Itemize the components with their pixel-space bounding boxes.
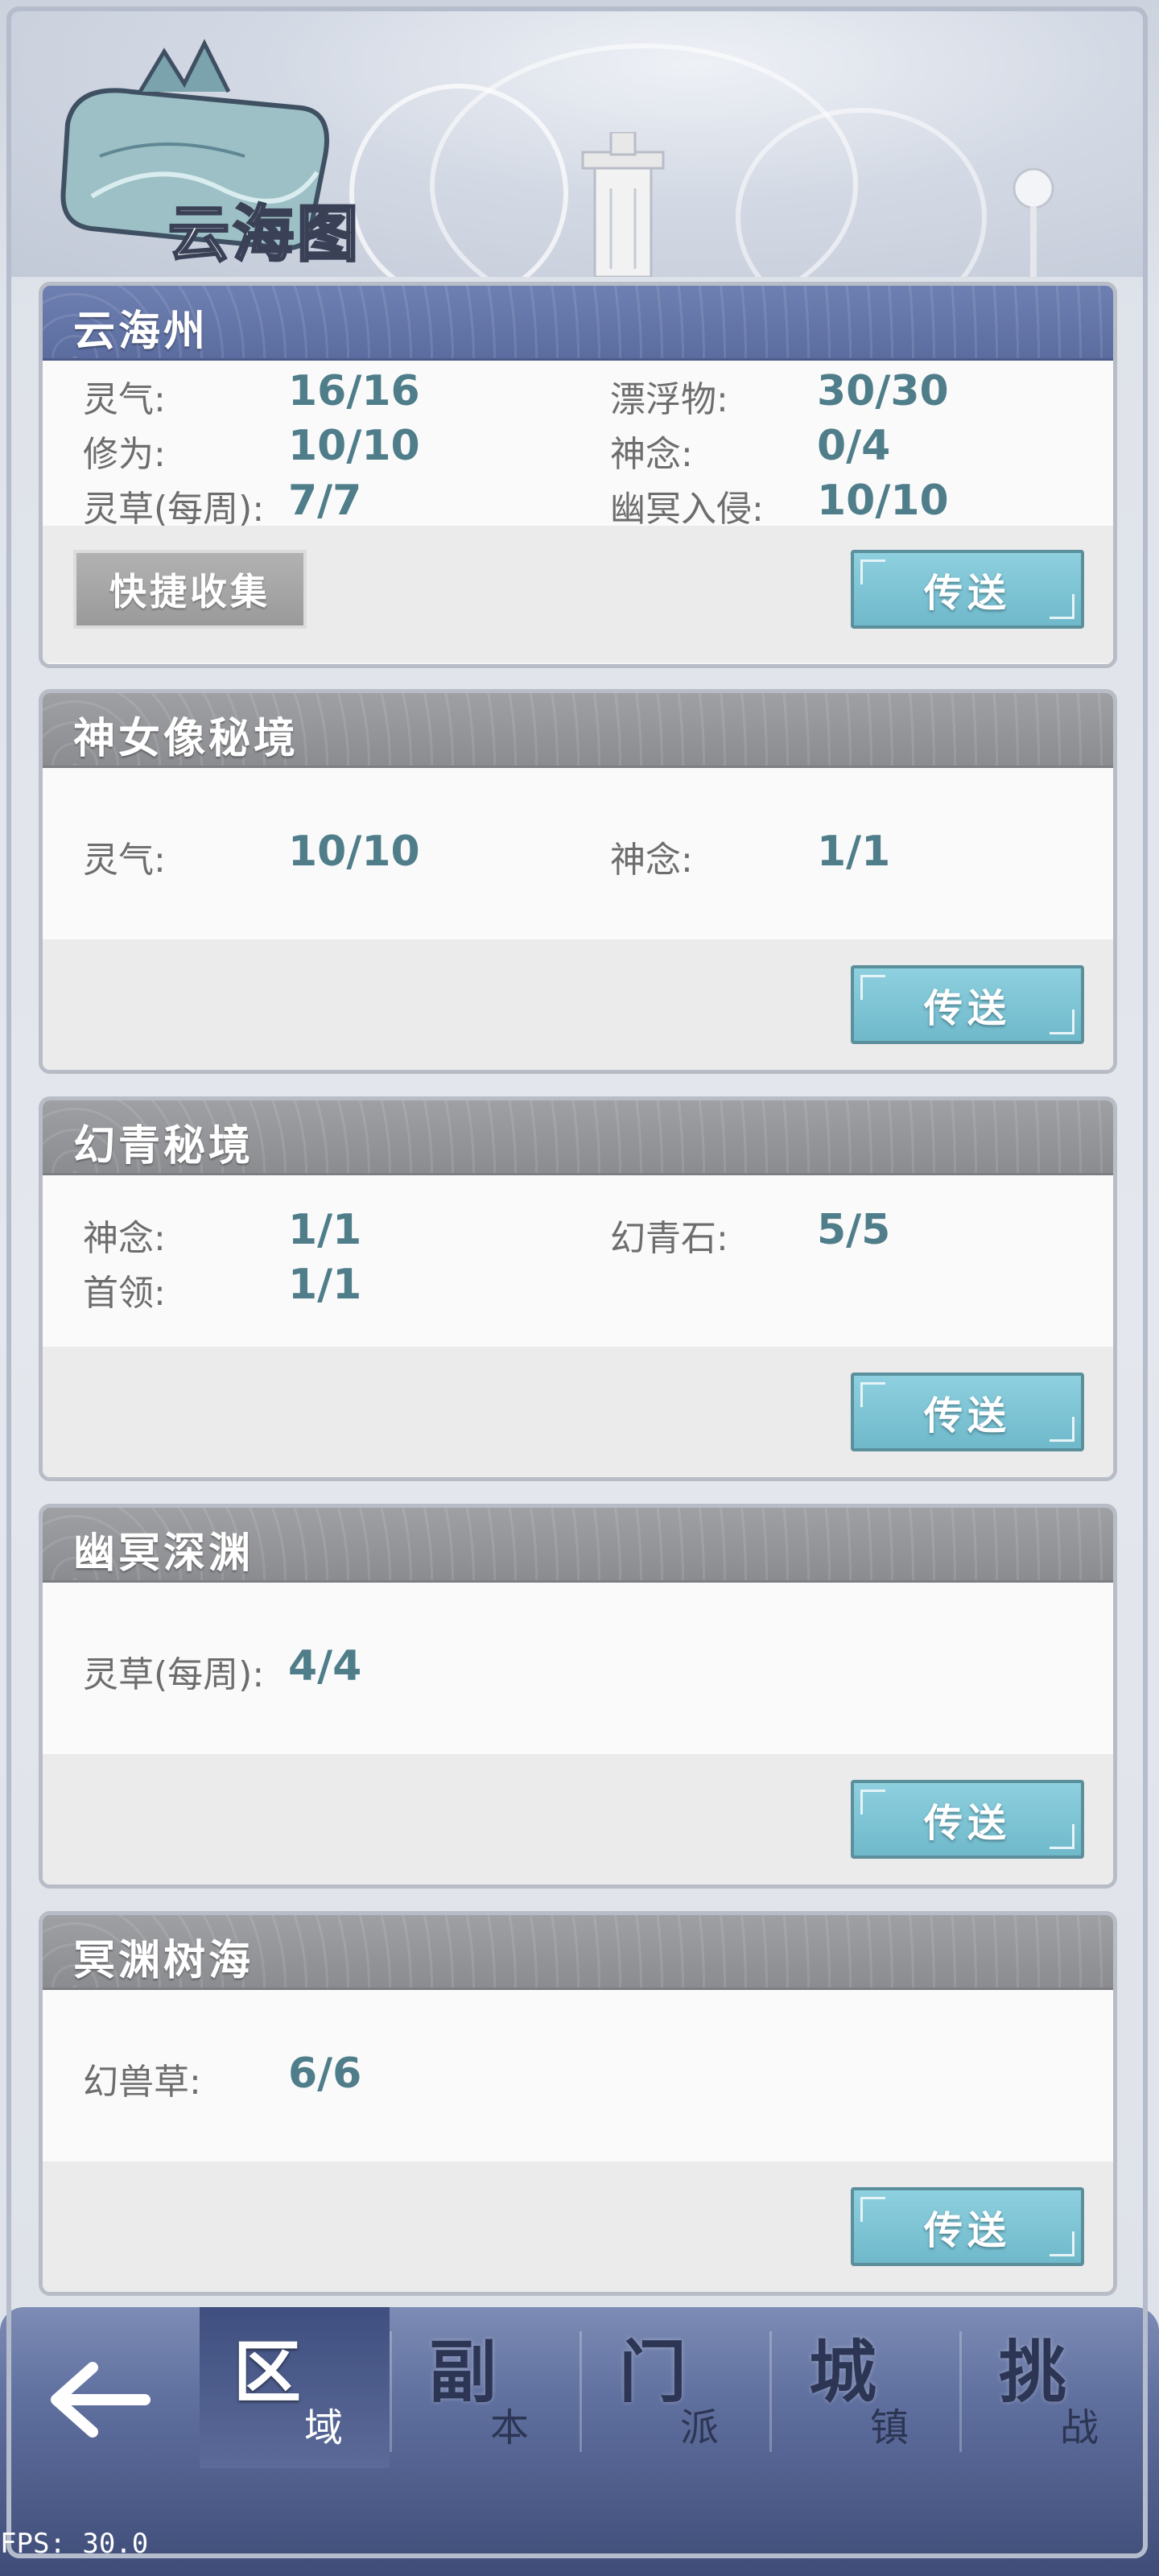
tab-region-sub: 域 bbox=[304, 2405, 344, 2450]
region-card-shennvxiang: 神女像秘境 灵气: 10/10 神念: 1/1 传送 bbox=[39, 689, 1117, 1074]
card-header: 幽冥深渊 bbox=[43, 1508, 1113, 1583]
card-footer: 传送 bbox=[43, 1754, 1113, 1885]
tab-dungeon-sub: 本 bbox=[490, 2405, 530, 2450]
stat-value: 6/6 bbox=[288, 2050, 362, 2098]
tab-dungeon[interactable]: 副 本 bbox=[392, 2307, 582, 2468]
card-stats: 灵草(每周): 4/4 bbox=[43, 1583, 1113, 1754]
card-stats: 幻兽草: 6/6 bbox=[43, 1990, 1113, 2161]
stat-label: 灵气: bbox=[83, 379, 166, 420]
card-header: 冥渊树海 bbox=[43, 1915, 1113, 1990]
teleport-button-label: 传送 bbox=[923, 2208, 1011, 2253]
tab-town-char: 城 bbox=[809, 2332, 877, 2412]
stat-value: 0/4 bbox=[817, 422, 891, 470]
tab-challenge[interactable]: 挑 战 bbox=[962, 2307, 1152, 2468]
stat-label: 神念: bbox=[610, 434, 693, 475]
teleport-button[interactable]: 传送 bbox=[851, 550, 1084, 629]
region-card-mingyuanshuhai: 冥渊树海 幻兽草: 6/6 传送 bbox=[39, 1911, 1117, 2296]
card-header: 神女像秘境 bbox=[43, 693, 1113, 768]
card-stats: 灵气: 16/16 漂浮物: 30/30 修为: 10/10 神念: 0/4 灵… bbox=[43, 361, 1113, 530]
tower-illustration bbox=[581, 132, 665, 277]
stat-label: 漂浮物: bbox=[610, 379, 728, 420]
teleport-button-label: 传送 bbox=[923, 571, 1011, 616]
teleport-button[interactable]: 传送 bbox=[851, 1780, 1084, 1859]
back-button[interactable] bbox=[48, 2355, 153, 2444]
stat-label: 灵草(每周): bbox=[83, 489, 265, 530]
stat-value: 30/30 bbox=[817, 367, 949, 415]
corner-ornament-icon bbox=[1050, 1009, 1074, 1034]
stat-label: 幽冥入侵: bbox=[610, 489, 764, 530]
arrow-left-icon bbox=[51, 2362, 151, 2438]
card-header: 云海州 bbox=[43, 286, 1113, 361]
tab-town[interactable]: 城 镇 bbox=[772, 2307, 962, 2468]
corner-ornament-icon bbox=[860, 1382, 885, 1407]
stat-value: 16/16 bbox=[288, 367, 420, 415]
corner-ornament-icon bbox=[1050, 594, 1074, 619]
card-title: 幻青秘境 bbox=[73, 1121, 254, 1170]
stat-label: 灵气: bbox=[83, 840, 166, 881]
card-footer: 传送 bbox=[43, 1347, 1113, 1477]
card-header: 幻青秘境 bbox=[43, 1100, 1113, 1175]
tab-region[interactable]: 区 域 bbox=[200, 2307, 390, 2468]
stat-value: 1/1 bbox=[288, 1206, 362, 1254]
card-footer: 快捷收集 传送 bbox=[43, 526, 1113, 663]
teleport-button-label: 传送 bbox=[923, 1393, 1011, 1439]
stat-label: 幻兽草: bbox=[83, 2062, 201, 2103]
stat-label: 修为: bbox=[83, 434, 166, 475]
tab-sect-sub: 派 bbox=[680, 2405, 720, 2450]
tab-challenge-char: 挑 bbox=[999, 2332, 1067, 2412]
fps-counter: FPS: 30.0 bbox=[0, 2528, 149, 2560]
corner-ornament-icon bbox=[1050, 1824, 1074, 1849]
card-title: 冥渊树海 bbox=[73, 1936, 254, 1985]
stat-value: 1/1 bbox=[288, 1261, 362, 1309]
tab-challenge-sub: 战 bbox=[1060, 2405, 1099, 2450]
corner-ornament-icon bbox=[860, 975, 885, 1000]
teleport-button[interactable]: 传送 bbox=[851, 965, 1084, 1044]
quick-collect-button[interactable]: 快捷收集 bbox=[73, 550, 307, 629]
tab-region-char: 区 bbox=[233, 2332, 302, 2412]
stat-value: 10/10 bbox=[288, 422, 420, 470]
teleport-button-label: 传送 bbox=[923, 1801, 1011, 1846]
corner-ornament-icon bbox=[1050, 1417, 1074, 1442]
tab-sect[interactable]: 门 派 bbox=[582, 2307, 772, 2468]
stat-value: 4/4 bbox=[288, 1642, 362, 1690]
teleport-button[interactable]: 传送 bbox=[851, 2187, 1084, 2266]
card-title: 云海州 bbox=[73, 307, 209, 356]
stat-label: 神念: bbox=[610, 840, 693, 881]
stat-label: 神念: bbox=[83, 1218, 166, 1259]
stat-value: 10/10 bbox=[817, 477, 949, 525]
teleport-button-label: 传送 bbox=[923, 986, 1011, 1031]
stat-label: 首领: bbox=[83, 1273, 166, 1314]
tab-sect-char: 门 bbox=[619, 2332, 687, 2412]
card-stats: 神念: 1/1 幻青石: 5/5 首领: 1/1 bbox=[43, 1175, 1113, 1347]
stat-value: 10/10 bbox=[288, 828, 420, 876]
bottom-nav: 区 域 副 本 门 派 城 镇 挑 战 bbox=[0, 2307, 1159, 2576]
stat-value: 5/5 bbox=[817, 1206, 891, 1254]
region-card-youmingshenyuan: 幽冥深渊 灵草(每周): 4/4 传送 bbox=[39, 1504, 1117, 1889]
card-footer: 传送 bbox=[43, 2161, 1113, 2292]
region-card-yunhaizhou: 云海州 灵气: 16/16 漂浮物: 30/30 修为: 10/10 神念: 0… bbox=[39, 282, 1117, 668]
page-header: 云海图 bbox=[11, 11, 1148, 277]
region-card-huanqing: 幻青秘境 神念: 1/1 幻青石: 5/5 首领: 1/1 传送 bbox=[39, 1096, 1117, 1481]
card-title: 神女像秘境 bbox=[73, 714, 299, 763]
teleport-button[interactable]: 传送 bbox=[851, 1373, 1084, 1451]
tab-town-sub: 镇 bbox=[870, 2405, 909, 2450]
corner-ornament-icon bbox=[860, 1790, 885, 1814]
lamp-post-illustration bbox=[1013, 167, 1054, 277]
stat-label: 幻青石: bbox=[610, 1218, 728, 1259]
card-stats: 灵气: 10/10 神念: 1/1 bbox=[43, 768, 1113, 939]
corner-ornament-icon bbox=[1050, 2231, 1074, 2256]
corner-ornament-icon bbox=[860, 2197, 885, 2222]
stat-value: 1/1 bbox=[817, 828, 891, 876]
card-footer: 传送 bbox=[43, 939, 1113, 1070]
page-title: 云海图 bbox=[167, 197, 361, 271]
corner-ornament-icon bbox=[860, 559, 885, 584]
tab-dungeon-char: 副 bbox=[429, 2332, 497, 2412]
card-title: 幽冥深渊 bbox=[73, 1529, 254, 1578]
stat-label: 灵草(每周): bbox=[83, 1654, 265, 1695]
stat-value: 7/7 bbox=[288, 477, 362, 525]
